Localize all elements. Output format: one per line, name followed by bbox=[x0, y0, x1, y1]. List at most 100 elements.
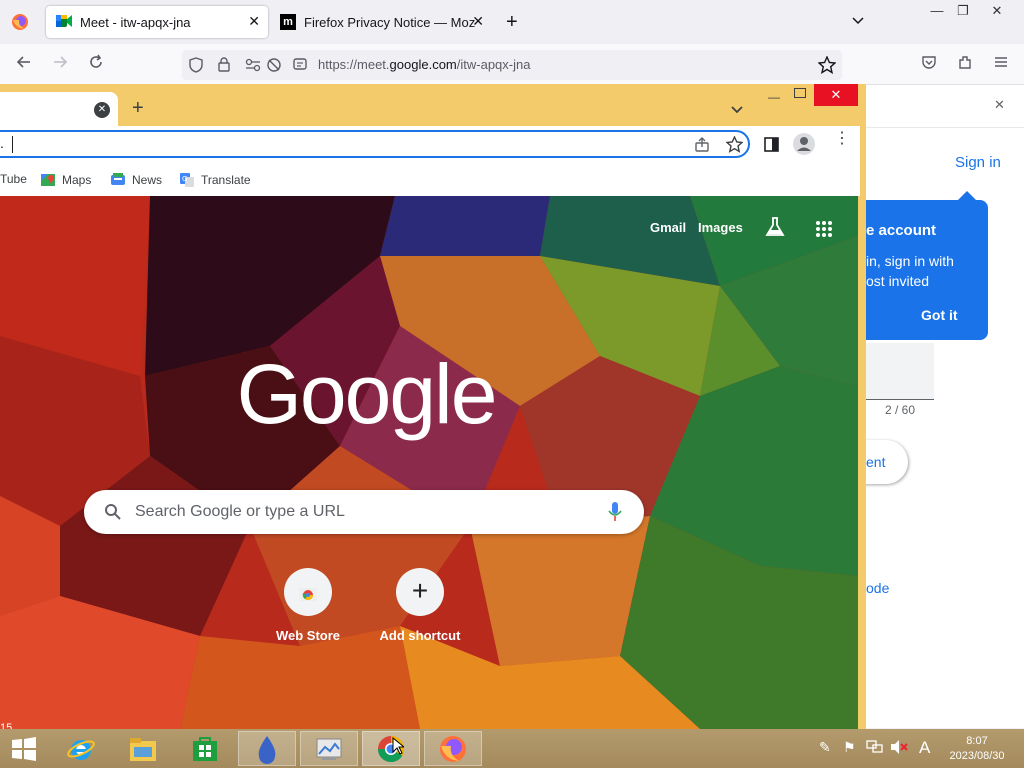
chrome-taskbar-icon[interactable] bbox=[362, 731, 420, 766]
close-tab-icon[interactable]: ✕ bbox=[472, 13, 484, 30]
tab-privacy-notice[interactable]: m Firefox Privacy Notice — Mozill ✕ bbox=[270, 6, 488, 38]
action-center-flag-icon[interactable]: ⚑ bbox=[843, 739, 856, 756]
file-explorer-icon[interactable] bbox=[114, 731, 172, 766]
volume-muted-icon[interactable] bbox=[890, 739, 908, 758]
new-tab-button[interactable]: + bbox=[132, 97, 144, 120]
bookmark-star-icon[interactable] bbox=[817, 55, 837, 79]
internet-explorer-icon[interactable] bbox=[52, 731, 110, 766]
close-tab-icon[interactable]: ✕ bbox=[248, 13, 260, 30]
svg-text:G: G bbox=[182, 175, 187, 183]
tab-title: Meet - itw-apqx-jna bbox=[80, 14, 191, 30]
popup-text: ost invited bbox=[866, 273, 930, 289]
url-prefix: https://meet. bbox=[318, 57, 390, 72]
bookmark-star-icon[interactable] bbox=[725, 135, 744, 158]
omnibox-text: . bbox=[0, 135, 4, 151]
ntp-search-box[interactable]: Search Google or type a URL bbox=[84, 490, 644, 534]
list-all-tabs-icon[interactable] bbox=[850, 12, 866, 28]
join-button[interactable]: ent bbox=[860, 440, 908, 484]
clock-time: 8:07 bbox=[966, 735, 988, 747]
labs-flask-icon[interactable] bbox=[764, 216, 786, 243]
mozilla-icon: m bbox=[280, 14, 296, 30]
tab-meet[interactable]: Meet - itw-apqx-jna ✕ bbox=[46, 6, 268, 38]
search-icon bbox=[104, 503, 122, 526]
minimize-button[interactable]: — bbox=[768, 90, 780, 104]
profile-avatar-icon[interactable] bbox=[793, 133, 815, 155]
new-tab-button[interactable]: + bbox=[506, 11, 518, 34]
firefox-menu-icon[interactable] bbox=[10, 12, 30, 32]
chrome-toolbar: . ⋮ bbox=[0, 126, 860, 164]
text-input[interactable] bbox=[860, 343, 934, 400]
tracking-protection-shield-icon[interactable] bbox=[188, 57, 204, 78]
ime-indicator[interactable]: A bbox=[919, 738, 930, 758]
sign-in-link[interactable]: Sign in bbox=[955, 154, 1001, 171]
close-tab-icon[interactable]: ✕ bbox=[94, 102, 110, 118]
windows-logo-icon bbox=[12, 736, 36, 761]
shortcut-label: Add shortcut bbox=[379, 628, 461, 643]
reload-icon[interactable] bbox=[85, 54, 107, 76]
corner-text: 15 bbox=[0, 722, 13, 729]
camera-blocked-icon[interactable] bbox=[266, 57, 282, 78]
url-text[interactable]: https://meet.google.com/itw-apqx-jna bbox=[318, 57, 530, 72]
clock[interactable]: 8:07 2023/08/30 bbox=[940, 734, 1014, 764]
tab-title: Firefox Privacy Notice — Mozill bbox=[304, 14, 476, 30]
pocket-icon[interactable] bbox=[918, 54, 940, 76]
app-gallery-icon[interactable] bbox=[300, 731, 358, 766]
url-domain: google.com bbox=[389, 57, 457, 72]
translate-icon: G bbox=[180, 173, 194, 187]
pen-icon[interactable]: ✎ bbox=[819, 739, 831, 756]
windows-taskbar: ✎ ⚑ A 8:07 2023/08/30 bbox=[0, 729, 1024, 768]
shortcut-label: Web Store bbox=[275, 628, 341, 643]
plus-icon: + bbox=[396, 568, 444, 616]
hamburger-menu-icon[interactable] bbox=[990, 54, 1012, 76]
restore-button[interactable]: ❐ bbox=[948, 0, 978, 22]
news-icon bbox=[111, 173, 125, 185]
text-cursor bbox=[12, 136, 13, 153]
omnibox[interactable]: . bbox=[0, 130, 750, 158]
bookmark-translate[interactable]: G Translate bbox=[179, 172, 251, 188]
bookmark-label: Translate bbox=[201, 173, 251, 187]
maximize-button[interactable] bbox=[794, 88, 806, 98]
page-info-icon[interactable] bbox=[292, 57, 308, 78]
start-button[interactable] bbox=[0, 731, 48, 766]
side-panel-icon[interactable] bbox=[764, 137, 779, 157]
firefox-taskbar-icon[interactable] bbox=[424, 731, 482, 766]
divider bbox=[860, 127, 1024, 128]
gmail-link[interactable]: Gmail bbox=[650, 220, 686, 235]
store-icon[interactable] bbox=[176, 731, 234, 766]
forward-icon[interactable] bbox=[49, 54, 71, 76]
character-counter: 2 / 60 bbox=[885, 403, 916, 417]
url-bar[interactable]: https://meet.google.com/itw-apqx-jna bbox=[182, 50, 842, 80]
share-icon[interactable] bbox=[694, 137, 710, 158]
close-banner-icon[interactable]: ✕ bbox=[994, 97, 1005, 113]
apps-grid-icon[interactable] bbox=[815, 220, 833, 243]
microphone-icon[interactable] bbox=[608, 501, 622, 528]
mouse-cursor-icon bbox=[392, 736, 406, 760]
got-it-button[interactable]: Got it bbox=[921, 307, 958, 323]
kebab-menu-icon[interactable]: ⋮ bbox=[834, 131, 850, 147]
web-store-icon bbox=[284, 568, 332, 616]
code-link[interactable]: ode bbox=[866, 580, 889, 596]
shortcut-add[interactable]: + Add shortcut bbox=[368, 568, 472, 658]
lock-icon[interactable] bbox=[216, 56, 232, 77]
firefox-tab-bar: Meet - itw-apqx-jna ✕ m Firefox Privacy … bbox=[0, 0, 1024, 44]
google-meet-icon bbox=[56, 14, 72, 31]
firefox-nav-bar: https://meet.google.com/itw-apqx-jna bbox=[0, 44, 1024, 85]
new-tab-page: Gmail Images Google Search Google or typ… bbox=[0, 196, 858, 729]
app-drop-icon[interactable] bbox=[238, 731, 296, 766]
bookmark-youtube[interactable]: Tube bbox=[0, 172, 27, 186]
close-window-button[interactable]: ✕ bbox=[982, 0, 1012, 22]
shortcut-web-store[interactable]: Web Store bbox=[256, 568, 360, 658]
close-window-button[interactable]: ✕ bbox=[814, 84, 858, 106]
bookmark-maps[interactable]: Maps bbox=[40, 172, 91, 188]
extensions-icon[interactable] bbox=[954, 54, 976, 76]
back-icon[interactable] bbox=[13, 54, 35, 76]
url-suffix: /itw-apqx-jna bbox=[456, 57, 531, 72]
chrome-tab[interactable]: ✕ bbox=[0, 92, 118, 126]
bookmarks-bar: Tube Maps News G Translate bbox=[0, 164, 860, 196]
images-link[interactable]: Images bbox=[698, 220, 743, 235]
tab-search-chevron-icon[interactable] bbox=[730, 102, 744, 120]
maps-icon bbox=[41, 174, 55, 186]
permissions-icon[interactable] bbox=[244, 57, 262, 78]
network-icon[interactable] bbox=[866, 739, 884, 758]
bookmark-news[interactable]: News bbox=[110, 172, 162, 188]
